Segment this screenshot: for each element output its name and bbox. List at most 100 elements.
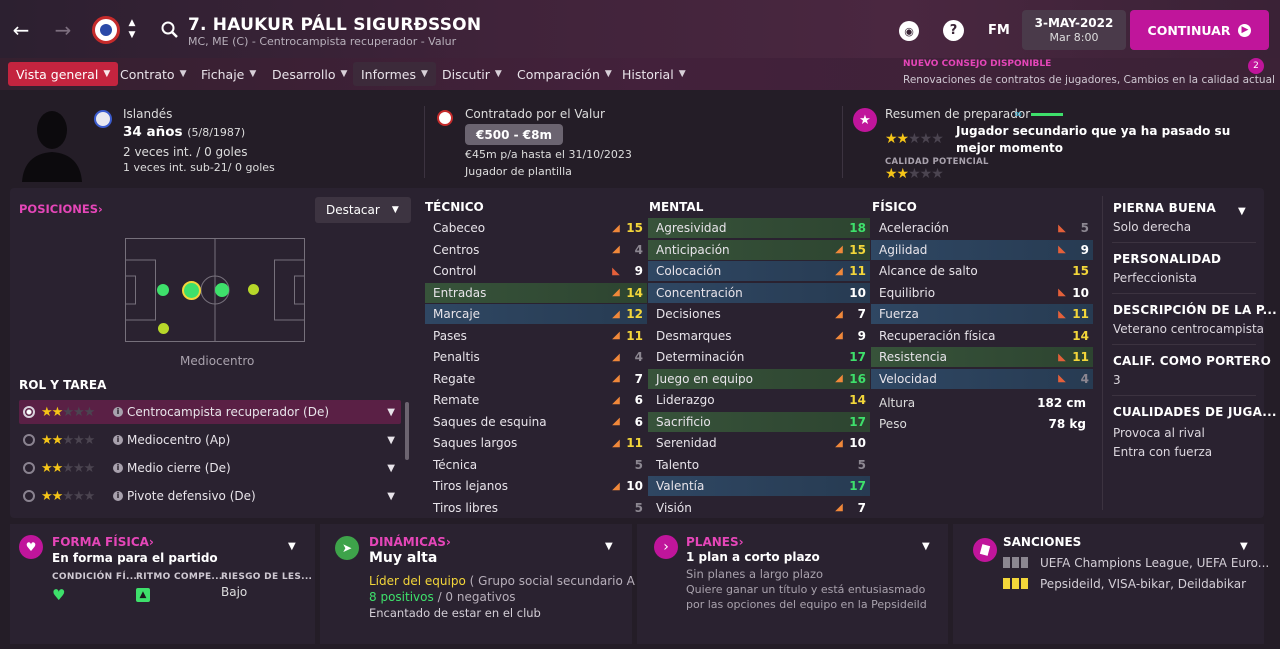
attribute-row[interactable]: Aceleración ◣ 5	[871, 218, 1093, 238]
attribute-row[interactable]: Velocidad ◣ 4	[871, 368, 1093, 389]
role-name: Centrocampista recuperador (De)	[127, 405, 330, 419]
chevron-down-icon[interactable]: ▼	[922, 541, 930, 552]
coach-report-title[interactable]: Resumen de preparador	[885, 107, 1030, 121]
chevron-right-icon: ›	[98, 202, 103, 216]
attribute-row[interactable]: Tiros libres 5	[425, 498, 647, 518]
trend-up-icon: ◢	[612, 244, 620, 255]
attribute-row[interactable]: Remate ◢ 6	[425, 390, 647, 410]
chevron-down-icon[interactable]: ▼	[1240, 541, 1248, 552]
dynamics-title-text: DINÁMICAS	[369, 535, 446, 549]
chevron-down-icon[interactable]: ▼	[605, 541, 613, 552]
forward-icon[interactable]: →	[52, 18, 74, 42]
value-badge[interactable]: €500 - €8m	[465, 124, 563, 145]
trend-up-icon: ◢	[835, 330, 843, 341]
attribute-row[interactable]: Decisiones ◢ 7	[648, 304, 870, 324]
role-item-selected[interactable]: ★★★★★ i Centrocampista recuperador (De) …	[19, 400, 401, 424]
attribute-row[interactable]: Centros ◢ 4	[425, 240, 647, 260]
attribute-row[interactable]: Marcaje ◢ 12	[425, 304, 647, 324]
attribute-name: Desmarques	[656, 328, 732, 343]
fm-menu-button[interactable]: FM	[988, 23, 1010, 38]
attribute-row[interactable]: Serenidad ◢ 10	[648, 433, 870, 453]
attribute-row[interactable]: Tiros lejanos ◢ 10	[425, 476, 647, 496]
sanctions-competitions-2: Pepsideild, VISA-bikar, Deildabikar	[1040, 577, 1247, 591]
tab-historial[interactable]: Historial ▼	[614, 62, 694, 86]
attribute-row[interactable]: Anticipación ◢ 15	[648, 239, 870, 260]
attribute-row[interactable]: Agresividad 18	[648, 218, 870, 238]
attribute-row[interactable]: Colocación ◢ 11	[648, 261, 870, 281]
attribute-row[interactable]: Valentía 17	[648, 476, 870, 496]
position-dot-dm[interactable]	[157, 284, 169, 296]
tab-contrato[interactable]: Contrato ▼	[112, 62, 194, 86]
attribute-row[interactable]: Técnica 5	[425, 455, 647, 475]
info-icon: i	[113, 463, 123, 473]
technical-title: TÉCNICO	[425, 200, 484, 214]
roles-scrollbar[interactable]	[405, 402, 409, 460]
radio-icon	[23, 434, 35, 446]
attribute-row[interactable]: Pases ◢ 11	[425, 326, 647, 346]
club-crest-icon[interactable]	[92, 16, 120, 44]
attribute-name: Valentía	[656, 479, 705, 493]
position-dot-dl[interactable]	[158, 323, 169, 334]
fitness-title[interactable]: FORMA FÍSICA›	[52, 535, 154, 549]
role-item[interactable]: ★★★★★ i Mediocentro (Ap) ▼	[19, 428, 401, 452]
attribute-row[interactable]: Saques de esquina ◢ 6	[425, 412, 647, 432]
attribute-row[interactable]: Liderazgo 14	[648, 390, 870, 410]
position-dot-mc-primary[interactable]	[182, 281, 201, 300]
attribute-value: 17	[849, 479, 866, 493]
attribute-row[interactable]: Resistencia ◣ 11	[871, 347, 1093, 367]
role-item[interactable]: ★★★★★ i Pivote defensivo (De) ▼	[19, 484, 401, 508]
position-dot-am[interactable]	[248, 284, 259, 295]
attribute-row[interactable]: Alcance de salto 15	[871, 261, 1093, 281]
attribute-row[interactable]: Juego en equipo ◢ 16	[648, 368, 870, 389]
attribute-row[interactable]: Entradas ◢ 14	[425, 282, 647, 303]
attribute-value: 14	[626, 285, 643, 300]
attribute-row[interactable]: Penaltis ◢ 4	[425, 347, 647, 367]
attribute-row[interactable]: Visión ◢ 7	[648, 498, 870, 518]
tab-desarrollo[interactable]: Desarrollo ▼	[264, 62, 355, 86]
help-icon[interactable]: ?	[943, 20, 964, 41]
plans-title[interactable]: PLANES›	[686, 535, 744, 549]
attribute-row[interactable]: Cabeceo ◢ 15	[425, 218, 647, 238]
dynamics-title[interactable]: DINÁMICAS›	[369, 535, 451, 549]
world-icon[interactable]: ◉	[899, 21, 919, 41]
attribute-row[interactable]: Determinación 17	[648, 347, 870, 367]
attribute-row[interactable]: Sacrificio 17	[648, 411, 870, 432]
role-item[interactable]: ★★★★★ i Medio cierre (De) ▼	[19, 456, 401, 480]
highlight-dropdown[interactable]: Destacar ▼	[315, 197, 411, 223]
attribute-row[interactable]: Equilibrio ◣ 10	[871, 283, 1093, 303]
attribute-value: 14	[1072, 328, 1089, 343]
tab-label: Vista general	[16, 66, 99, 82]
chevron-down-icon[interactable]: ▼	[1238, 206, 1246, 217]
attribute-row[interactable]: Desmarques ◢ 9	[648, 326, 870, 346]
attribute-row[interactable]: Control ◣ 9	[425, 261, 647, 281]
role-stars: ★★★★★	[41, 460, 95, 476]
player-switch-icon[interactable]: ▲ ▼	[126, 17, 138, 43]
position-dot-mc[interactable]	[215, 283, 229, 297]
tab-informes[interactable]: Informes ▼	[353, 62, 436, 86]
tab-vista-general[interactable]: Vista general ▼	[8, 62, 119, 86]
search-icon[interactable]	[160, 20, 180, 40]
positions-title[interactable]: POSICIONES›	[19, 202, 103, 216]
back-icon[interactable]: ←	[10, 18, 32, 42]
date-box[interactable]: 3-MAY-2022 Mar 8:00	[1022, 10, 1126, 50]
tab-fichaje[interactable]: Fichaje ▼	[193, 62, 264, 86]
attribute-row[interactable]: Fuerza ◣ 11	[871, 304, 1093, 324]
tab-comparacion[interactable]: Comparación ▼	[509, 62, 620, 86]
attribute-row[interactable]: Talento 5	[648, 455, 870, 475]
attribute-row[interactable]: Saques largos ◢ 11	[425, 433, 647, 453]
attribute-value: 11	[626, 436, 643, 450]
attribute-name: Fuerza	[879, 307, 919, 321]
attribute-name: Velocidad	[879, 371, 937, 386]
tab-discutir[interactable]: Discutir ▼	[434, 62, 510, 86]
attribute-name: Recuperación física	[879, 328, 996, 343]
news-notification[interactable]: NUEVO CONSEJO DISPONIBLE Renovaciones de…	[898, 56, 1275, 90]
attribute-row[interactable]: Concentración 10	[648, 282, 870, 303]
attribute-value: 5	[634, 500, 643, 515]
attribute-value: 5	[857, 457, 866, 472]
chevron-down-icon[interactable]: ▼	[288, 541, 296, 552]
physical-title: FÍSICO	[872, 200, 917, 214]
attribute-row[interactable]: Regate ◢ 7	[425, 369, 647, 389]
continue-button[interactable]: CONTINUAR ▶	[1130, 10, 1269, 50]
attribute-row[interactable]: Recuperación física 14	[871, 326, 1093, 346]
attribute-row[interactable]: Agilidad ◣ 9	[871, 239, 1093, 260]
